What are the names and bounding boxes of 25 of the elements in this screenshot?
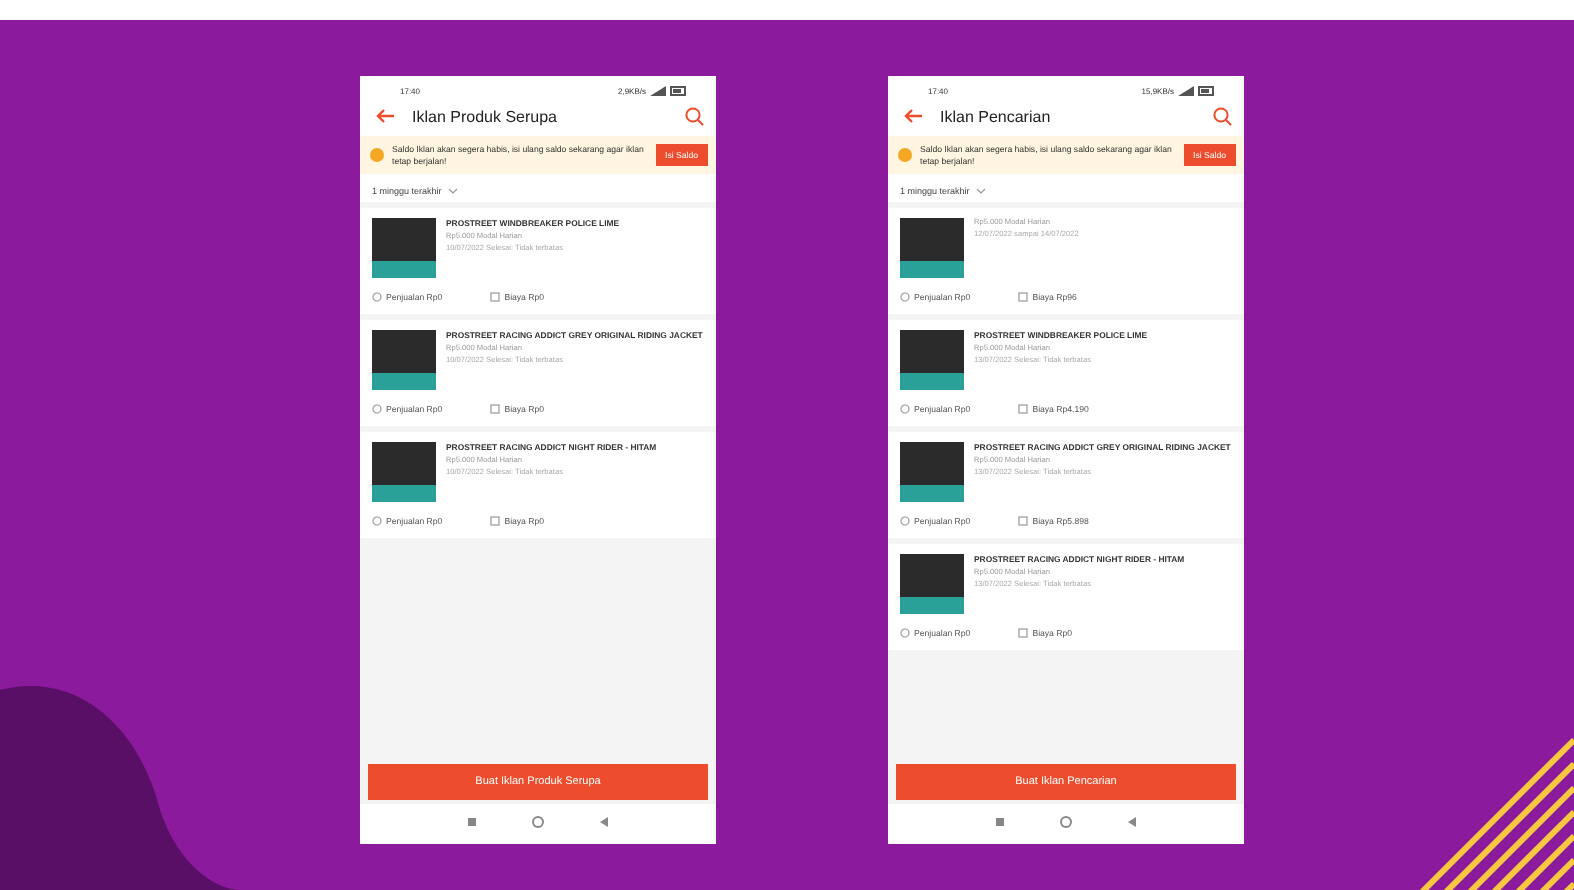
- search-icon[interactable]: [1212, 106, 1232, 126]
- product-photo-placeholder: [372, 442, 436, 503]
- product-photo-placeholder: [900, 554, 964, 615]
- back-arrow-icon[interactable]: [904, 108, 924, 124]
- battery-icon: [1198, 86, 1216, 96]
- screen-title: Iklan Produk Serupa: [412, 107, 559, 125]
- chevron-down-icon[interactable]: [447, 188, 458, 195]
- chevron-down-icon[interactable]: [975, 188, 986, 195]
- product-photo-placeholder: [900, 218, 964, 279]
- signal-icon: [1178, 86, 1194, 96]
- warning-icon: [898, 148, 912, 163]
- home-icon[interactable]: [1059, 816, 1072, 828]
- search-icon[interactable]: [684, 106, 704, 126]
- back-icon[interactable]: [597, 816, 610, 828]
- home-icon[interactable]: [531, 816, 544, 828]
- product-photo-placeholder: [372, 330, 436, 391]
- signal-icon: [650, 86, 666, 96]
- product-photo-placeholder: [900, 330, 964, 391]
- back-arrow-icon[interactable]: [376, 108, 396, 124]
- product-photo-placeholder: [372, 218, 436, 279]
- back-icon[interactable]: [1125, 816, 1138, 828]
- warning-icon: [370, 148, 384, 163]
- product-photo-placeholder: [900, 442, 964, 503]
- screen-title: Iklan Pencarian: [940, 107, 1053, 125]
- battery-icon: [670, 86, 688, 96]
